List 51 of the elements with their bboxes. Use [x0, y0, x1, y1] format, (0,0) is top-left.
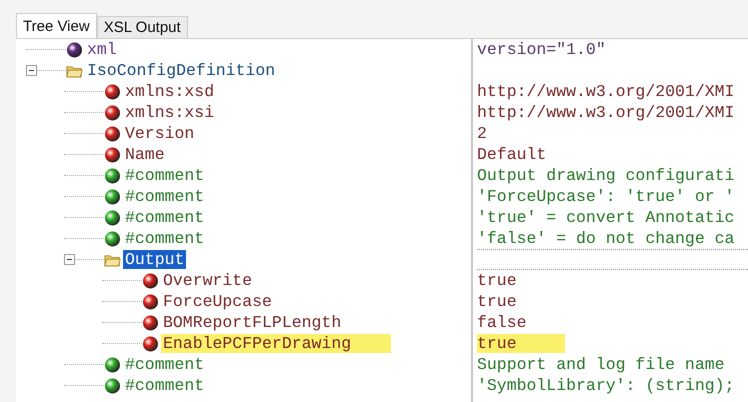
tree-node[interactable]: xmlns:xsi: [123, 103, 216, 122]
tree-node[interactable]: IsoConfigDefinition: [85, 61, 278, 80]
value-text: true: [477, 292, 517, 311]
ball-icon: [104, 168, 121, 184]
value-text: false: [477, 313, 527, 332]
collapse-toggle[interactable]: [26, 65, 37, 76]
ball-icon: [104, 210, 121, 226]
tree-node[interactable]: #comment: [123, 166, 206, 185]
tree-node[interactable]: xmlns:xsd: [123, 82, 216, 101]
value-text: Default: [477, 145, 546, 164]
tree-node[interactable]: #comment: [123, 355, 206, 374]
tab[interactable]: Tree View: [16, 13, 97, 38]
ball-icon: [104, 146, 121, 162]
tree-node[interactable]: BOMReportFLPLength: [161, 313, 344, 332]
value-text: Support and log file name: [477, 355, 725, 374]
ball-icon: [104, 84, 121, 100]
ball-icon: [104, 104, 121, 120]
value-text: version="1.0": [477, 40, 606, 59]
value-text: http://www.w3.org/2001/XMI: [477, 82, 734, 101]
ball-icon: [104, 126, 121, 142]
ball-icon: [104, 188, 121, 204]
tab[interactable]: XSL Output: [96, 16, 188, 38]
ball-icon: [142, 314, 159, 330]
ball-icon: [142, 294, 159, 310]
value-text: 'SymbolLibrary': (string);: [477, 376, 734, 395]
value-text: 'true' = convert Annotatic: [477, 208, 734, 227]
ball-icon: [66, 42, 83, 58]
tree-node[interactable]: Output: [123, 250, 186, 269]
tree-node[interactable]: #comment: [123, 229, 206, 248]
ball-icon: [104, 356, 121, 372]
ball-icon: [104, 230, 121, 246]
tree-node[interactable]: #comment: [123, 187, 206, 206]
value-text: 'ForceUpcase': 'true' or ': [477, 187, 734, 206]
tree-node[interactable]: Version: [123, 124, 196, 143]
tree-node[interactable]: EnablePCFPerDrawing: [161, 334, 392, 353]
ball-icon: [142, 336, 159, 352]
ball-icon: [104, 378, 121, 394]
value-text: http://www.w3.org/2001/XMI: [477, 103, 734, 122]
tree-node[interactable]: ForceUpcase: [161, 292, 274, 311]
tree-node[interactable]: #comment: [123, 376, 206, 395]
tree-node[interactable]: #comment: [123, 208, 206, 227]
tree-node[interactable]: xml: [85, 40, 119, 59]
tree-node[interactable]: Overwrite: [161, 271, 254, 290]
value-text: true: [477, 334, 565, 353]
value-text: 2: [477, 124, 487, 143]
tree-node[interactable]: Name: [123, 145, 167, 164]
ball-icon: [142, 272, 159, 288]
collapse-toggle[interactable]: [64, 254, 75, 265]
value-text: true: [477, 271, 517, 290]
value-text: Output drawing configurati: [477, 166, 734, 185]
value-text: 'false' = do not change ca: [477, 229, 734, 248]
